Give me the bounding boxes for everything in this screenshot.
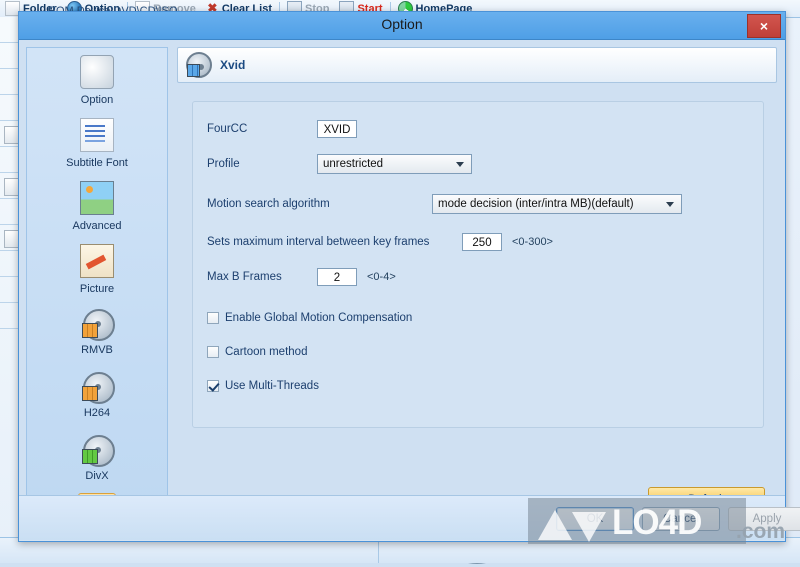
sidebar-item-label: Option	[80, 94, 114, 106]
option-gear-icon	[80, 55, 114, 89]
icon-wrap	[77, 115, 117, 155]
sidebar-item-label: RMVB	[81, 344, 113, 356]
sidebar-item-label: DivX	[85, 470, 109, 482]
fourcc-input[interactable]: XVID	[317, 120, 357, 138]
sidebar-item-picture[interactable]: Picture	[27, 237, 167, 300]
page-header: Xvid	[177, 47, 777, 83]
option-dialog: Option × Option Subtitle Font Advanced P…	[18, 11, 800, 542]
checkbox-row-global-motion-compensation[interactable]: Enable Global Motion Compensation	[207, 312, 412, 324]
key-frame-interval-range: <0-300>	[512, 236, 553, 248]
document-icon	[4, 230, 19, 248]
icon-wrap	[77, 241, 117, 281]
rmvb-film-icon	[81, 307, 115, 341]
document-icon	[4, 178, 19, 196]
ok-button[interactable]: OK	[556, 507, 634, 531]
checkbox-global-motion-compensation[interactable]	[207, 312, 219, 324]
close-icon[interactable]: ×	[747, 14, 781, 38]
checkbox-row-cartoon-method[interactable]: Cartoon method	[207, 346, 307, 358]
page-title: Xvid	[220, 58, 246, 72]
field-key-frame-interval: Sets maximum interval between key frames…	[207, 233, 553, 251]
film-strip-shape	[82, 386, 98, 401]
icon-wrap	[78, 304, 116, 342]
motion-search-select[interactable]: mode decision (inter/intra MB)(default)	[432, 194, 682, 214]
film-strip-shape	[187, 64, 200, 77]
sidebar-item-rmvb[interactable]: RMVB	[27, 300, 167, 363]
dialog-title-bar: Option ×	[19, 12, 785, 40]
max-b-frames-label: Max B Frames	[207, 271, 282, 283]
max-b-frames-input[interactable]: 2	[317, 268, 357, 286]
field-motion-search: Motion search algorithm mode decision (i…	[207, 194, 682, 214]
settings-groupbox: FourCC XVID Profile unrestricted Motion …	[192, 101, 764, 428]
dialog-content-panel: Xvid FourCC XVID Profile unrestricted Mo…	[177, 47, 777, 519]
max-b-frames-range: <0-4>	[367, 271, 396, 283]
dialog-title: Option	[381, 16, 423, 32]
film-strip-shape	[82, 449, 98, 464]
key-frame-interval-label: Sets maximum interval between key frames	[207, 236, 430, 248]
dialog-sidebar: Option Subtitle Font Advanced Picture RM…	[26, 47, 168, 521]
checkbox-use-multi-threads[interactable]	[207, 380, 219, 392]
icon-wrap	[77, 178, 117, 218]
motion-search-label: Motion search algorithm	[207, 198, 330, 210]
sidebar-item-label: Advanced	[72, 220, 122, 232]
sidebar-item-h264[interactable]: H264	[27, 363, 167, 426]
fourcc-label: FourCC	[207, 123, 248, 135]
apply-button[interactable]: Apply	[728, 507, 800, 531]
picture-paint-icon	[80, 244, 114, 278]
dialog-footer: OK Cancel Apply	[19, 495, 800, 540]
subtitle-font-icon	[80, 118, 114, 152]
chevron-down-icon	[666, 202, 674, 207]
icon-wrap	[77, 52, 117, 92]
icon-wrap	[78, 367, 116, 405]
sidebar-item-label: Picture	[79, 283, 115, 295]
motion-search-select-value: mode decision (inter/intra MB)(default)	[438, 198, 634, 210]
profile-select-value: unrestricted	[323, 158, 384, 170]
sidebar-item-label: Subtitle Font	[66, 157, 128, 169]
field-profile: Profile unrestricted	[207, 154, 472, 174]
h264-film-icon	[81, 370, 115, 404]
divx-film-icon	[81, 433, 115, 467]
checkbox-cartoon-method[interactable]	[207, 346, 219, 358]
chevron-down-icon	[456, 162, 464, 167]
key-frame-interval-input[interactable]: 250	[462, 233, 502, 251]
advanced-picture-icon	[80, 181, 114, 215]
profile-select[interactable]: unrestricted	[317, 154, 472, 174]
checkbox-label: Cartoon method	[225, 346, 308, 358]
checkbox-label: Use Multi-Threads	[225, 380, 319, 392]
film-strip-shape	[82, 323, 98, 338]
sidebar-item-divx[interactable]: DivX	[27, 426, 167, 489]
field-max-b-frames: Max B Frames 2 <0-4>	[207, 268, 396, 286]
sidebar-item-option[interactable]: Option	[27, 48, 167, 111]
profile-label: Profile	[207, 158, 240, 170]
sidebar-item-subtitle-font[interactable]: Subtitle Font	[27, 111, 167, 174]
icon-wrap	[78, 430, 116, 468]
sidebar-item-label: H264	[83, 407, 111, 419]
document-icon	[4, 126, 19, 144]
sidebar-item-advanced[interactable]: Advanced	[27, 174, 167, 237]
xvid-film-icon	[186, 52, 212, 78]
field-fourcc: FourCC XVID	[207, 120, 357, 138]
dialog-body: Option Subtitle Font Advanced Picture RM…	[19, 40, 800, 540]
checkbox-label: Enable Global Motion Compensation	[225, 312, 413, 324]
checkbox-row-use-multi-threads[interactable]: Use Multi-Threads	[207, 380, 319, 392]
cancel-button[interactable]: Cancel	[642, 507, 720, 531]
